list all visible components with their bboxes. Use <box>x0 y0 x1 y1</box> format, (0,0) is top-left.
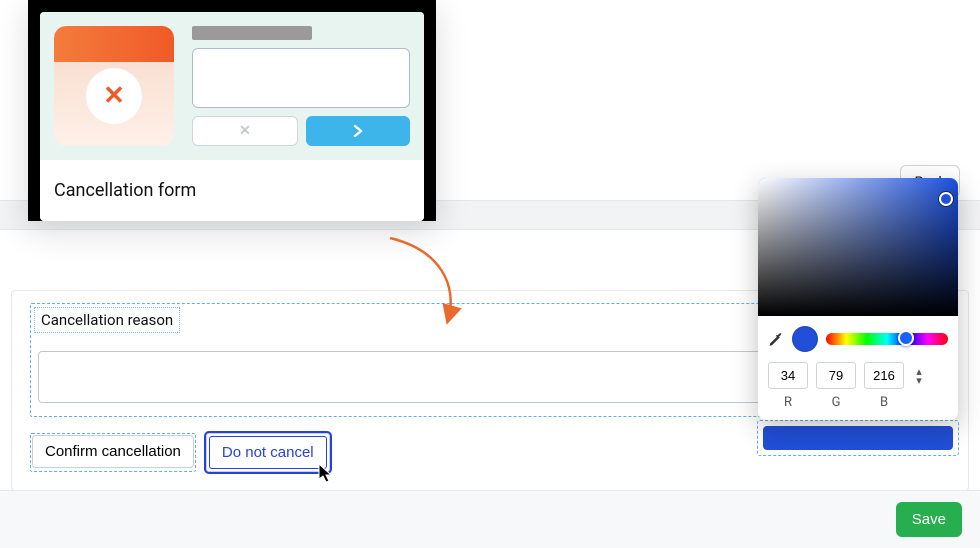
preview-cancel-btn: ✕ <box>192 116 298 146</box>
hue-slider[interactable] <box>826 333 948 345</box>
r-input[interactable] <box>768 362 808 389</box>
x-icon: ✕ <box>239 123 251 139</box>
g-input[interactable] <box>816 362 856 389</box>
saturation-area[interactable] <box>758 178 958 316</box>
color-picker[interactable]: ▴▾ R G B . <box>758 178 958 420</box>
rgb-labels: R G B . <box>758 393 958 420</box>
preview-label-placeholder <box>192 26 312 40</box>
current-color-swatch <box>792 326 818 352</box>
color-target-dropzone[interactable] <box>757 420 959 456</box>
field-label[interactable]: Cancellation reason <box>34 307 180 333</box>
template-preview-card: ✕ ✕ Cancellation form <box>28 0 436 221</box>
b-label: B <box>864 395 904 410</box>
r-label: R <box>768 395 808 410</box>
preview-form-mock: ✕ <box>192 26 410 146</box>
rgb-inputs: ▴▾ <box>758 358 958 393</box>
hue-thumb[interactable] <box>898 330 914 346</box>
preview-textarea-placeholder <box>192 48 410 108</box>
saturation-cursor[interactable] <box>939 192 953 206</box>
eyedropper-icon[interactable] <box>768 331 784 347</box>
footer-bar: Save <box>0 490 980 548</box>
do-not-cancel-button[interactable]: Do not cancel <box>209 436 327 469</box>
confirm-cancellation-button[interactable]: Confirm cancellation <box>32 435 194 468</box>
selected-element-outline[interactable]: Do not cancel <box>206 433 330 472</box>
g-label: G <box>816 395 856 410</box>
x-icon: ✕ <box>103 83 125 109</box>
template-name: Cancellation form <box>40 160 424 221</box>
template-preview-mockup: ✕ ✕ <box>40 12 424 160</box>
save-button[interactable]: Save <box>896 502 962 537</box>
preview-cancel-circle: ✕ <box>86 68 142 124</box>
preview-button-row: ✕ <box>192 116 410 146</box>
preview-confirm-btn <box>306 116 410 146</box>
template-preview-inner: ✕ ✕ Cancellation form <box>40 12 424 221</box>
cursor-icon <box>318 463 336 485</box>
button-drop-zone[interactable]: Confirm cancellation <box>30 433 196 472</box>
preview-icon-card: ✕ <box>54 26 174 146</box>
b-input[interactable] <box>864 362 904 389</box>
chevron-right-icon <box>353 122 363 141</box>
mode-stepper-icon[interactable]: ▴▾ <box>912 367 926 385</box>
button-color-preview <box>763 426 953 450</box>
preview-icon-header <box>54 26 174 62</box>
